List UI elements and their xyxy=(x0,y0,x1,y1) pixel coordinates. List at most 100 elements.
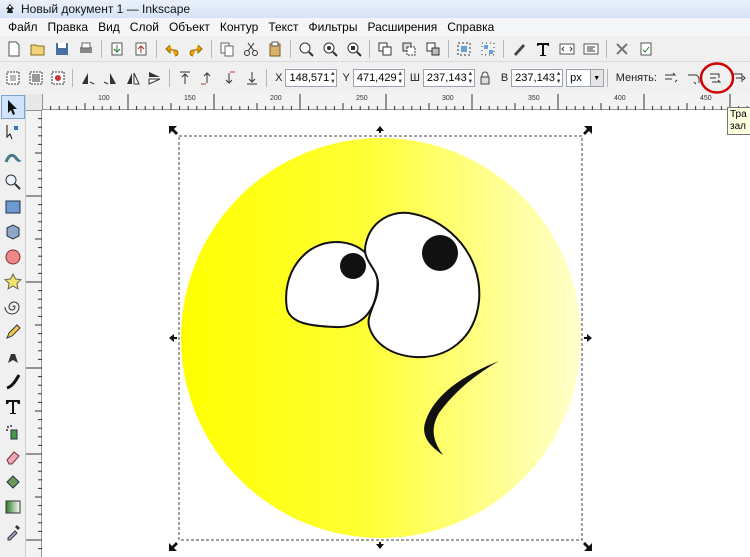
flip-vertical-icon[interactable] xyxy=(145,67,165,89)
rotate-cw-icon[interactable] xyxy=(100,67,120,89)
drawing-canvas[interactable] xyxy=(43,111,750,557)
menu-layer[interactable]: Слой xyxy=(125,20,164,34)
ruler-label: 350 xyxy=(528,95,540,102)
scale-stroke-icon[interactable] xyxy=(661,67,681,89)
eraser-icon[interactable] xyxy=(1,445,25,469)
clone-icon[interactable] xyxy=(398,38,420,60)
rectangle-icon[interactable] xyxy=(1,195,25,219)
y-spin-buttons[interactable]: ▲ ▼ xyxy=(397,70,404,86)
window-title: Новый документ 1 — Inkscape xyxy=(21,2,191,16)
flip-horizontal-icon[interactable] xyxy=(122,67,142,89)
separator xyxy=(503,39,504,58)
menu-object[interactable]: Объект xyxy=(164,20,215,34)
h-label: В xyxy=(500,72,509,84)
open-icon[interactable] xyxy=(27,38,49,60)
duplicate-icon[interactable] xyxy=(374,38,396,60)
w-label: Ш xyxy=(409,72,420,84)
zoom-page-icon[interactable] xyxy=(343,38,365,60)
tweak-icon[interactable] xyxy=(1,145,25,169)
lower-icon[interactable] xyxy=(219,67,239,89)
calligraphy-icon[interactable] xyxy=(1,370,25,394)
pen-icon[interactable] xyxy=(1,345,25,369)
commands-toolbar xyxy=(0,36,750,62)
x-value: 148,571 xyxy=(289,72,330,84)
separator xyxy=(72,69,74,87)
document-properties-icon[interactable] xyxy=(635,38,657,60)
left-pupil[interactable] xyxy=(340,253,366,279)
redo-icon[interactable] xyxy=(185,38,207,60)
copy-icon[interactable] xyxy=(216,38,238,60)
unlink-clone-icon[interactable] xyxy=(422,38,444,60)
dropper-icon[interactable] xyxy=(1,520,25,544)
spray-icon[interactable] xyxy=(1,420,25,444)
w-input[interactable]: 237,143 ▲ ▼ xyxy=(422,69,475,87)
export-icon[interactable] xyxy=(130,38,152,60)
raise-icon[interactable] xyxy=(197,67,217,89)
zoom-icon[interactable] xyxy=(1,170,25,194)
horizontal-ruler[interactable]: 100 150 200 250 300 350 400 450 xyxy=(26,94,750,110)
ruler-label: 150 xyxy=(184,95,196,102)
y-input[interactable]: 471,429 ▲ ▼ xyxy=(352,69,405,87)
ungroup-icon[interactable] xyxy=(477,38,499,60)
menu-extensions[interactable]: Расширения xyxy=(362,20,442,34)
unit-select[interactable]: px ▼ xyxy=(566,69,604,87)
xml-editor-icon[interactable] xyxy=(556,38,578,60)
separator xyxy=(156,39,157,58)
node-edit-icon[interactable] xyxy=(1,120,25,144)
w-spin-buttons[interactable]: ▲ ▼ xyxy=(467,70,474,86)
fill-stroke-icon[interactable] xyxy=(508,38,530,60)
ruler-label: 200 xyxy=(270,95,282,102)
text-font-icon[interactable] xyxy=(532,38,554,60)
menu-path[interactable]: Контур xyxy=(215,20,263,34)
chevron-down-icon: ▼ xyxy=(589,70,603,86)
menu-text[interactable]: Текст xyxy=(263,20,303,34)
select-all-layers-icon[interactable] xyxy=(25,67,45,89)
gradient-icon[interactable] xyxy=(1,495,25,519)
ruler-corner xyxy=(26,94,42,110)
menu-file[interactable]: Файл xyxy=(3,20,43,34)
handle-right xyxy=(584,334,592,342)
toolbox xyxy=(0,94,26,557)
print-icon[interactable] xyxy=(75,38,97,60)
select-all-icon[interactable] xyxy=(3,67,23,89)
h-spin-buttons[interactable]: ▲ ▼ xyxy=(555,70,562,86)
save-icon[interactable] xyxy=(51,38,73,60)
separator xyxy=(290,39,291,58)
lower-to-bottom-icon[interactable] xyxy=(242,67,262,89)
menu-filters[interactable]: Фильтры xyxy=(304,20,363,34)
x-label: X xyxy=(275,72,283,84)
h-input[interactable]: 237,143 ▲ ▼ xyxy=(511,69,564,87)
deselect-icon[interactable] xyxy=(48,67,68,89)
vertical-ruler[interactable] xyxy=(26,110,42,557)
text-icon[interactable] xyxy=(1,395,25,419)
menu-help[interactable]: Справка xyxy=(442,20,499,34)
raise-to-top-icon[interactable] xyxy=(174,67,194,89)
x-spin-buttons[interactable]: ▲ ▼ xyxy=(329,70,336,86)
star-icon[interactable] xyxy=(1,270,25,294)
undo-icon[interactable] xyxy=(161,38,183,60)
zoom-drawing-icon[interactable] xyxy=(319,38,341,60)
zoom-selection-icon[interactable] xyxy=(295,38,317,60)
right-pupil[interactable] xyxy=(422,235,458,271)
import-icon[interactable] xyxy=(106,38,128,60)
pencil-icon[interactable] xyxy=(1,320,25,344)
box-3d-icon[interactable] xyxy=(1,220,25,244)
paint-bucket-icon[interactable] xyxy=(1,470,25,494)
menu-edit[interactable]: Правка xyxy=(43,20,94,34)
menu-view[interactable]: Вид xyxy=(93,20,125,34)
highlight-circle xyxy=(699,62,735,94)
group-icon[interactable] xyxy=(453,38,475,60)
paste-icon[interactable] xyxy=(264,38,286,60)
spiral-icon[interactable] xyxy=(1,295,25,319)
ellipse-icon[interactable] xyxy=(1,245,25,269)
cut-icon[interactable] xyxy=(240,38,262,60)
preferences-icon[interactable] xyxy=(611,38,633,60)
x-input[interactable]: 148,571 ▲ ▼ xyxy=(285,69,338,87)
y-label: Y xyxy=(342,72,350,84)
align-distribute-icon[interactable] xyxy=(580,38,602,60)
transform-gradients-icon[interactable] xyxy=(699,62,735,94)
new-document-icon[interactable] xyxy=(3,38,25,60)
select-arrow-icon[interactable] xyxy=(1,95,25,119)
lock-ratio-icon[interactable] xyxy=(478,69,493,87)
rotate-ccw-icon[interactable] xyxy=(77,67,97,89)
